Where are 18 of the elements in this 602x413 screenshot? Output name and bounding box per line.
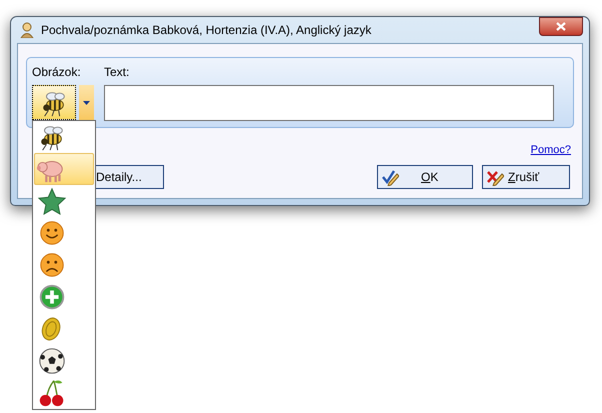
caret-icon	[83, 100, 90, 104]
window-title: Pochvala/poznámka Babková, Hortenzia (IV.A), Anglický jazyk	[41, 22, 372, 39]
close-icon	[556, 22, 566, 31]
ball-icon	[37, 346, 67, 376]
text-label: Text:	[104, 64, 130, 81]
close-button[interactable]	[539, 17, 583, 36]
dropdown-button[interactable]	[79, 85, 94, 120]
picture-label: Obrázok:	[32, 64, 82, 81]
pencil-check-icon	[381, 168, 399, 186]
ok-button[interactable]: OK	[377, 164, 473, 188]
picture-button[interactable]	[32, 85, 76, 120]
star-icon	[37, 186, 67, 216]
text-field[interactable]	[104, 85, 554, 121]
help-link[interactable]: Pomoc?	[530, 142, 571, 158]
cancel-button[interactable]: Zrušiť	[482, 164, 570, 188]
person-icon	[19, 22, 35, 38]
plus-icon	[37, 282, 67, 312]
details-button[interactable]: Detaily...	[93, 164, 164, 188]
